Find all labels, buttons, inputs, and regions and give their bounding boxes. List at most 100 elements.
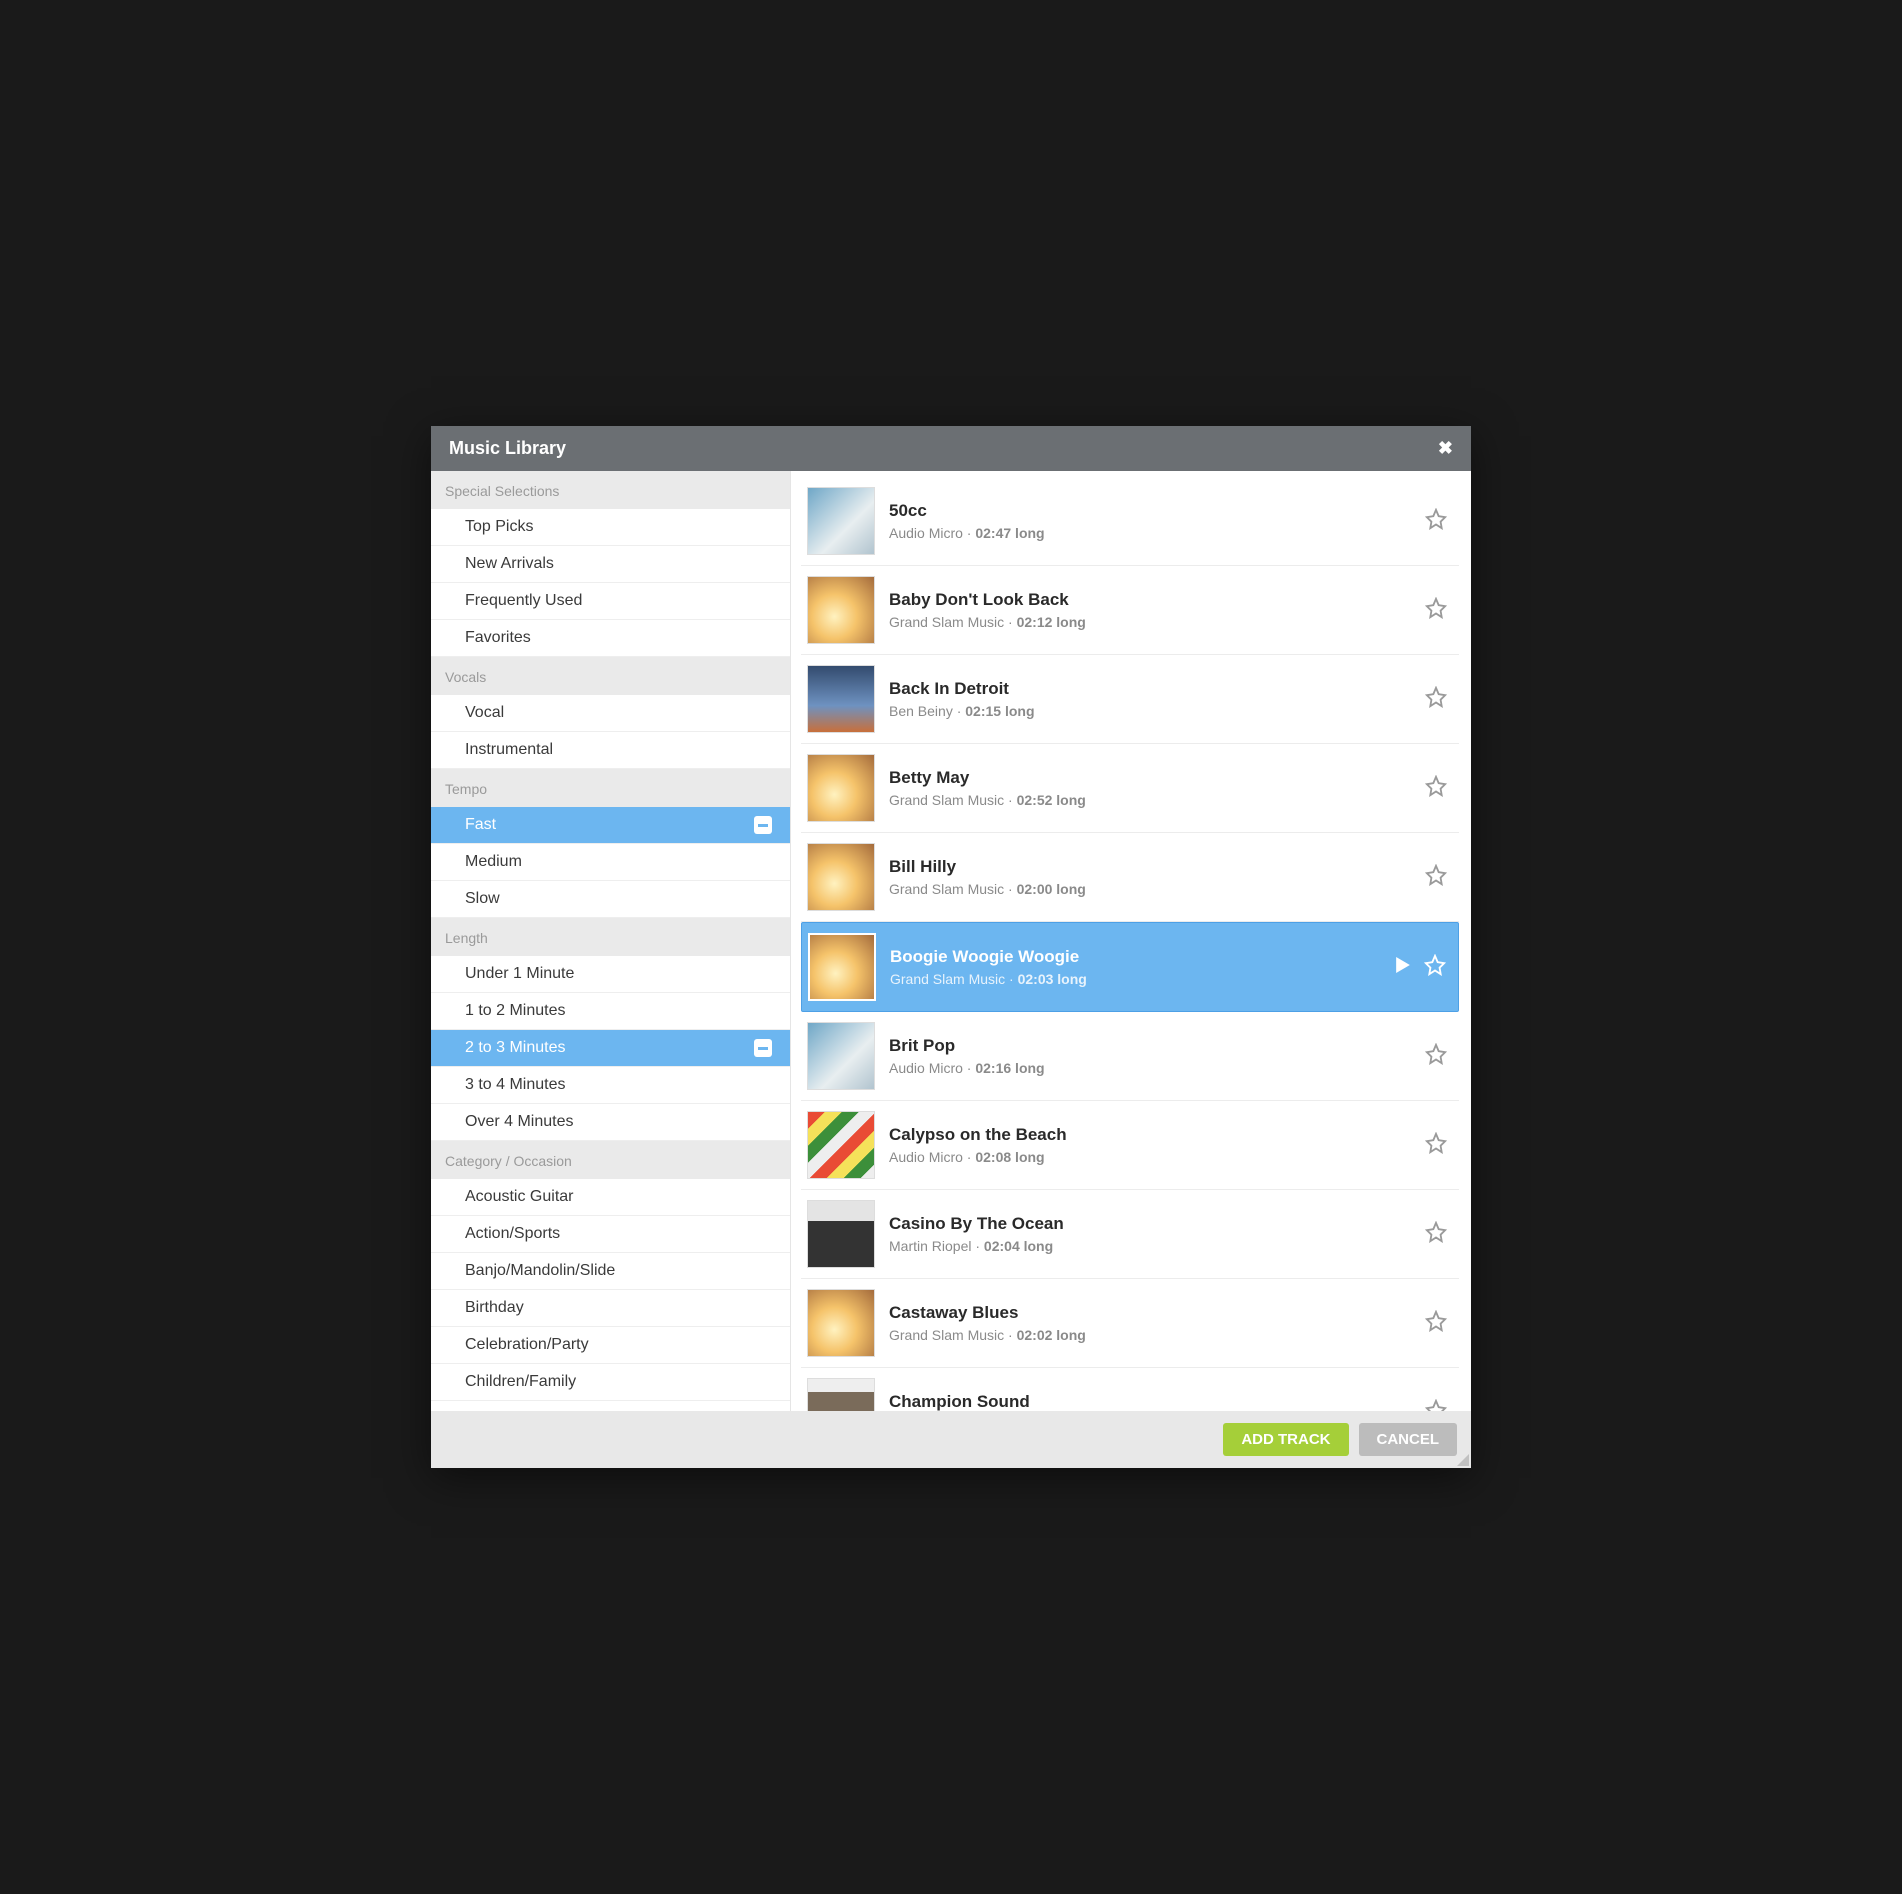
filter-item-label: Celebration/Party: [465, 1336, 589, 1354]
filter-item[interactable]: 2 to 3 Minutes: [431, 1030, 790, 1067]
favorite-star-icon[interactable]: [1425, 508, 1447, 535]
track-title: 50cc: [889, 501, 1411, 521]
track-row[interactable]: Betty May Grand Slam Music · 02:52 long: [801, 744, 1459, 833]
filter-item[interactable]: Favorites: [431, 620, 790, 657]
favorite-star-icon[interactable]: [1425, 1132, 1447, 1159]
favorite-star-icon[interactable]: [1425, 1310, 1447, 1337]
track-row[interactable]: Brit PopAudio Micro · 02:16 long: [801, 1012, 1459, 1101]
track-thumbnail: [807, 1200, 875, 1268]
track-row[interactable]: Castaway BluesGrand Slam Music · 02:02 l…: [801, 1279, 1459, 1368]
filter-item[interactable]: Instrumental: [431, 732, 790, 769]
track-actions: [1425, 864, 1453, 891]
track-info: Casino By The OceanMartin Riopel · 02:04…: [889, 1214, 1411, 1254]
favorite-star-icon[interactable]: [1425, 775, 1447, 802]
filter-item-label: Children/Family: [465, 1373, 576, 1391]
track-meta: Grand Slam Music · 02:02 long: [889, 1327, 1411, 1343]
track-meta: Audio Micro · 02:16 long: [889, 1060, 1411, 1076]
filter-item[interactable]: Birthday: [431, 1290, 790, 1327]
favorite-star-icon[interactable]: [1424, 954, 1446, 981]
filter-section-header: Category / Occasion: [431, 1141, 790, 1179]
filter-item-label: Vocal: [465, 704, 504, 722]
favorite-star-icon[interactable]: [1425, 597, 1447, 624]
track-row[interactable]: Calypso on the BeachAudio Micro · 02:08 …: [801, 1101, 1459, 1190]
track-thumbnail: [807, 576, 875, 644]
filter-item[interactable]: Fast: [431, 807, 790, 844]
resize-grip-icon[interactable]: [1455, 1452, 1469, 1466]
track-info: Champion SoundThe Hands of Stone · 02:04…: [889, 1392, 1411, 1411]
filter-item[interactable]: Action/Sports: [431, 1216, 790, 1253]
track-actions: [1425, 686, 1453, 713]
filter-item-label: Over 4 Minutes: [465, 1113, 573, 1131]
track-title: Back In Detroit: [889, 679, 1411, 699]
track-row[interactable]: Baby Don't Look BackGrand Slam Music · 0…: [801, 566, 1459, 655]
filter-item[interactable]: Over 4 Minutes: [431, 1104, 790, 1141]
favorite-star-icon[interactable]: [1425, 1221, 1447, 1248]
filter-item-label: 3 to 4 Minutes: [465, 1076, 566, 1094]
track-row[interactable]: Boogie Woogie Woogie Grand Slam Music · 0…: [801, 922, 1459, 1012]
play-icon[interactable]: [1396, 957, 1410, 978]
filter-item[interactable]: Slow: [431, 881, 790, 918]
filter-item-label: Frequently Used: [465, 592, 582, 610]
remove-filter-icon[interactable]: [754, 1039, 772, 1057]
filter-item[interactable]: Celebration/Party: [431, 1327, 790, 1364]
filter-item[interactable]: Acoustic Guitar: [431, 1179, 790, 1216]
track-row[interactable]: Champion SoundThe Hands of Stone · 02:04…: [801, 1368, 1459, 1411]
filter-item-label: Acoustic Guitar: [465, 1188, 573, 1206]
track-thumbnail: [807, 843, 875, 911]
track-thumbnail: [807, 1022, 875, 1090]
track-actions: [1396, 954, 1452, 981]
filter-item-label: Banjo/Mandolin/Slide: [465, 1262, 615, 1280]
remove-filter-icon[interactable]: [754, 816, 772, 834]
track-title: Boogie Woogie Woogie: [890, 947, 1382, 967]
favorite-star-icon[interactable]: [1425, 1043, 1447, 1070]
track-thumbnail: [808, 933, 876, 1001]
track-title: Calypso on the Beach: [889, 1125, 1411, 1145]
filter-item-label: 2 to 3 Minutes: [465, 1039, 566, 1057]
track-list[interactable]: 50cc Audio Micro · 02:47 long Baby Don't L…: [791, 471, 1471, 1411]
filter-item[interactable]: Medium: [431, 844, 790, 881]
filter-item[interactable]: Children/Family: [431, 1364, 790, 1401]
filter-item[interactable]: 1 to 2 Minutes: [431, 993, 790, 1030]
filter-item-label: Favorites: [465, 629, 531, 647]
filter-item[interactable]: Frequently Used: [431, 583, 790, 620]
filter-item[interactable]: Vocal: [431, 695, 790, 732]
cancel-button[interactable]: CANCEL: [1359, 1423, 1458, 1456]
filter-item[interactable]: Under 1 Minute: [431, 956, 790, 993]
filter-item[interactable]: Banjo/Mandolin/Slide: [431, 1253, 790, 1290]
track-row[interactable]: Casino By The OceanMartin Riopel · 02:04…: [801, 1190, 1459, 1279]
filter-item[interactable]: Top Picks: [431, 509, 790, 546]
add-track-button[interactable]: ADD TRACK: [1223, 1423, 1348, 1456]
filter-item[interactable]: New Arrivals: [431, 546, 790, 583]
track-actions: [1425, 1132, 1453, 1159]
track-title: Baby Don't Look Back: [889, 590, 1411, 610]
track-actions: [1425, 775, 1453, 802]
track-meta: Grand Slam Music · 02:03 long: [890, 971, 1382, 987]
filter-section-header: Tempo: [431, 769, 790, 807]
modal-header: Music Library ✖: [431, 426, 1471, 471]
track-row[interactable]: Back In DetroitBen Beiny · 02:15 long: [801, 655, 1459, 744]
track-thumbnail: [807, 1289, 875, 1357]
track-row[interactable]: 50cc Audio Micro · 02:47 long: [801, 477, 1459, 566]
track-title: Betty May: [889, 768, 1411, 788]
modal-title: Music Library: [449, 438, 566, 459]
favorite-star-icon[interactable]: [1425, 864, 1447, 891]
modal-footer: ADD TRACK CANCEL: [431, 1411, 1471, 1468]
music-library-modal: Music Library ✖ Special SelectionsTop Pi…: [431, 426, 1471, 1468]
filter-item[interactable]: 3 to 4 Minutes: [431, 1067, 790, 1104]
filter-section-header: Special Selections: [431, 471, 790, 509]
favorite-star-icon[interactable]: [1425, 1399, 1447, 1412]
track-row[interactable]: Bill HillyGrand Slam Music · 02:00 long: [801, 833, 1459, 922]
track-meta: Audio Micro · 02:47 long: [889, 525, 1411, 541]
filter-item-label: New Arrivals: [465, 555, 554, 573]
favorite-star-icon[interactable]: [1425, 686, 1447, 713]
filter-item-label: Medium: [465, 853, 522, 871]
track-info: 50cc Audio Micro · 02:47 long: [889, 501, 1411, 541]
filter-item[interactable]: Commercial: [431, 1401, 790, 1411]
track-meta: Grand Slam Music · 02:52 long: [889, 792, 1411, 808]
track-info: Calypso on the BeachAudio Micro · 02:08 …: [889, 1125, 1411, 1165]
close-icon[interactable]: ✖: [1438, 438, 1453, 459]
filter-sidebar[interactable]: Special SelectionsTop Picks New Arrivals F…: [431, 471, 791, 1411]
modal-body: Special SelectionsTop Picks New Arrivals F…: [431, 471, 1471, 1411]
track-info: Boogie Woogie Woogie Grand Slam Music · 0…: [890, 947, 1382, 987]
track-actions: [1425, 1043, 1453, 1070]
